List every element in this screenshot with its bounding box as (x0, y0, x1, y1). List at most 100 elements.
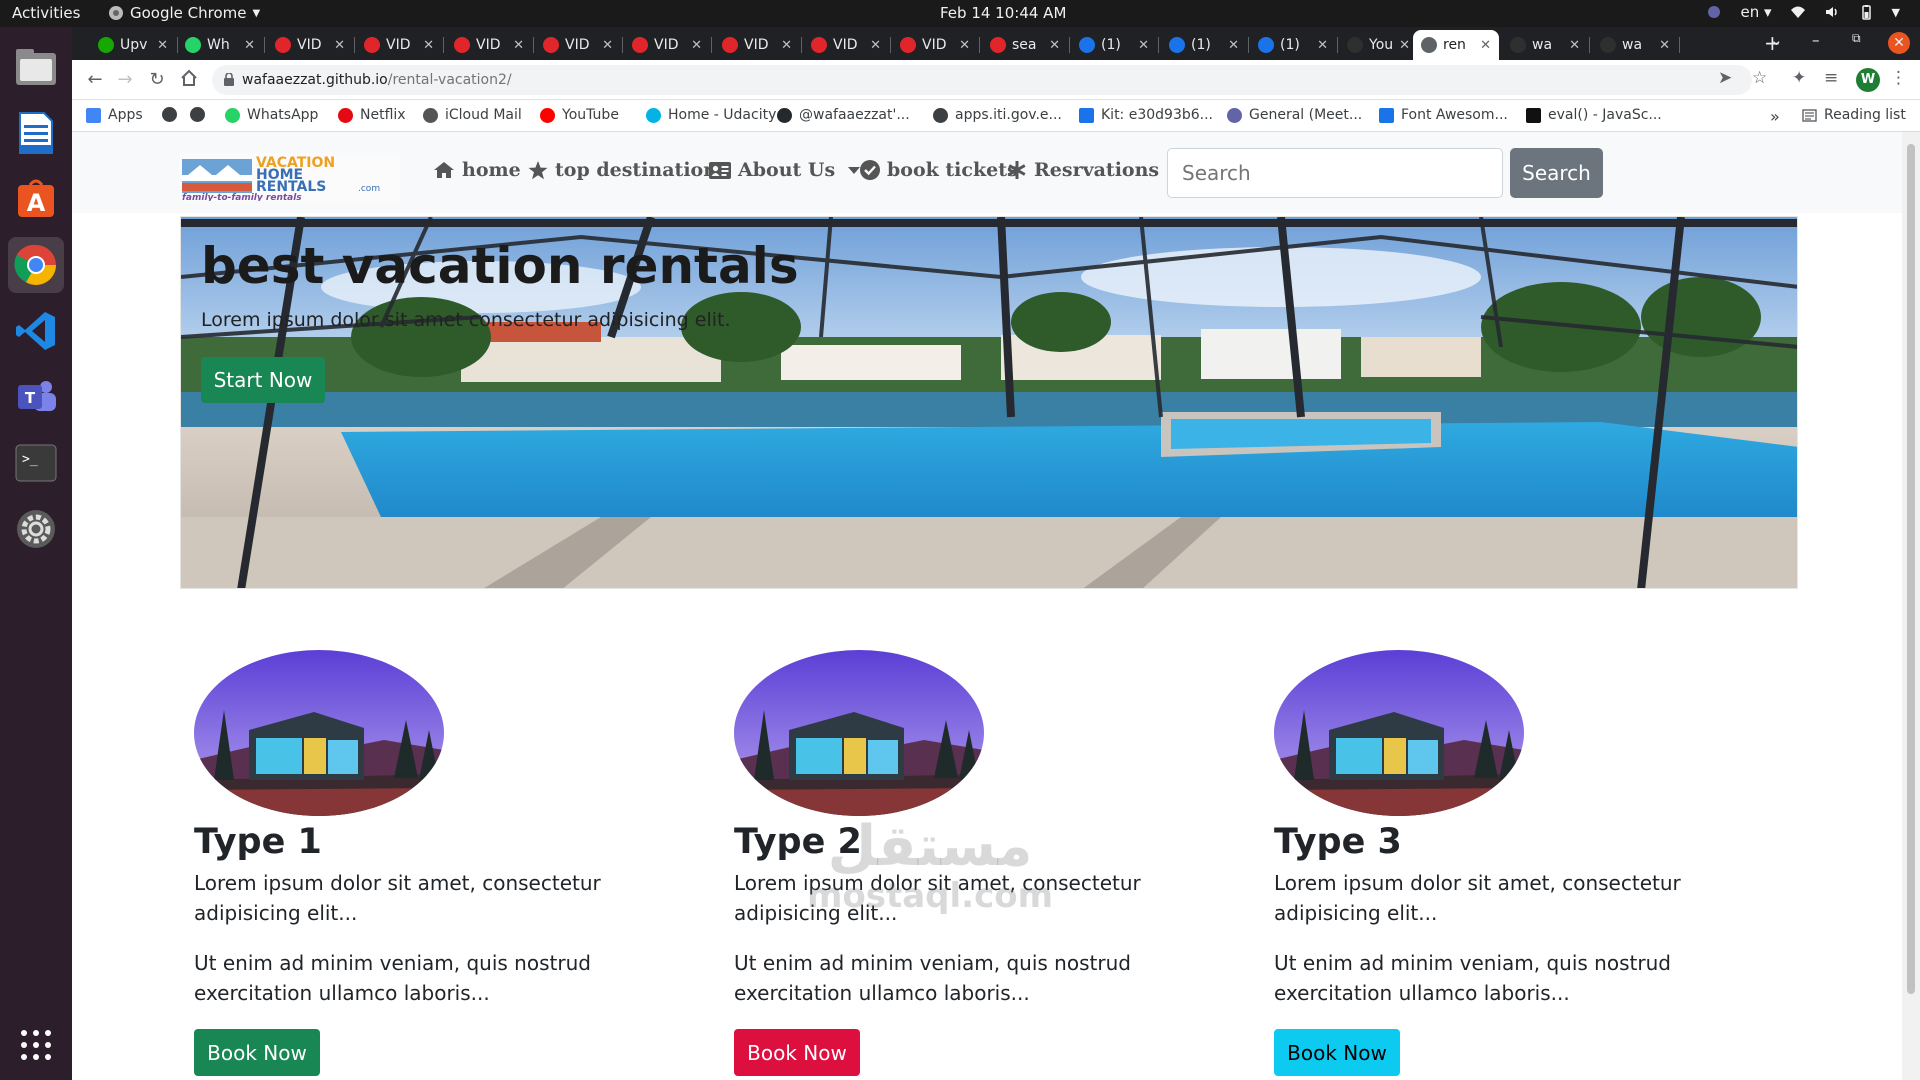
media-button[interactable]: ≡ (1824, 68, 1838, 88)
bookmark-item[interactable] (190, 107, 205, 122)
restore-button[interactable]: ⧉ (1852, 31, 1861, 46)
bookmark-item[interactable]: Home - Udacity (646, 107, 776, 123)
dock-chrome[interactable] (8, 237, 64, 293)
back-button[interactable]: ← (84, 69, 106, 91)
site-search-button[interactable]: Search (1510, 148, 1603, 198)
extensions-button[interactable]: ✦ (1792, 68, 1806, 88)
close-tab-icon[interactable]: ✕ (334, 38, 345, 53)
bookmark-item[interactable]: Apps (86, 107, 143, 123)
address-bar[interactable]: wafaaezzat.github.io/rental-vacation2/ (212, 65, 1752, 95)
dock-terminal[interactable]: >_ (8, 435, 64, 491)
bookmark-item[interactable]: eval() - JavaSc... (1526, 107, 1662, 123)
browser-tab[interactable]: VID ✕ (624, 30, 710, 60)
bookmark-item[interactable]: Netflix (338, 107, 406, 123)
close-tab-icon[interactable]: ✕ (959, 38, 970, 53)
browser-tab[interactable]: wa ✕ (1592, 30, 1678, 60)
close-tab-icon[interactable]: ✕ (1228, 38, 1239, 53)
browser-tab[interactable]: VID ✕ (535, 30, 621, 60)
close-tab-icon[interactable]: ✕ (870, 38, 881, 53)
nav-book-tickets[interactable]: book tickets (860, 159, 1018, 181)
dock-settings[interactable] (8, 501, 64, 557)
activities-button[interactable]: Activities (12, 4, 80, 22)
site-logo[interactable]: VACATION HOME RENTALS .com family-to-fam… (180, 153, 400, 201)
dock-vscode[interactable] (8, 303, 64, 359)
clock[interactable]: Feb 14 10:44 AM (940, 4, 1066, 22)
close-tab-icon[interactable]: ✕ (691, 38, 702, 53)
browser-tab[interactable]: VID ✕ (803, 30, 889, 60)
logo-tagline: family-to-family rentals (182, 193, 302, 201)
browser-tab[interactable]: wa ✕ (1502, 30, 1588, 60)
send-icon: ➤ (1718, 68, 1733, 88)
browser-tab[interactable]: VID ✕ (892, 30, 978, 60)
dock-teams[interactable]: T (8, 369, 64, 425)
nav-about-us[interactable]: About Us (709, 159, 861, 181)
system-tray[interactable]: en ▾ ▼ (1706, 3, 1900, 21)
dock-files[interactable] (8, 39, 64, 95)
browser-tab[interactable]: Wh ✕ (177, 30, 263, 60)
book-now-button[interactable]: Book Now (194, 1029, 320, 1076)
close-tab-icon[interactable]: ✕ (781, 38, 792, 53)
close-window-button[interactable]: ✕ (1888, 32, 1910, 54)
bookmark-item[interactable]: @wafaaezzat'... (777, 107, 910, 123)
reading-list-button[interactable]: Reading list (1802, 107, 1906, 123)
browser-tab[interactable]: Upv ✕ (90, 30, 176, 60)
browser-tab[interactable]: VID ✕ (714, 30, 800, 60)
profile-avatar[interactable]: W (1856, 68, 1880, 92)
tab-search-button[interactable]: ⌄ (1770, 31, 1783, 49)
bookmark-item[interactable]: WhatsApp (225, 107, 318, 123)
card-text-primary: Lorem ipsum dolor sit amet, consectetur … (734, 871, 1141, 925)
bookmark-item[interactable] (162, 107, 177, 122)
dock-writer[interactable] (8, 105, 64, 161)
home-button[interactable] (178, 69, 200, 91)
close-tab-icon[interactable]: ✕ (602, 38, 613, 53)
teams-tray-icon[interactable] (1706, 4, 1722, 20)
app-menu[interactable]: Google Chrome ▼ (108, 4, 260, 22)
forward-button[interactable]: → (114, 69, 136, 91)
book-now-button[interactable]: Book Now (1274, 1029, 1400, 1076)
site-search-input[interactable] (1167, 148, 1503, 198)
start-now-button[interactable]: Start Now (201, 357, 325, 403)
browser-tab[interactable]: ren ✕ (1413, 30, 1499, 60)
language-indicator[interactable]: en ▾ (1740, 3, 1771, 21)
bookmark-star-button[interactable]: ☆ (1752, 68, 1767, 88)
nav-reservations[interactable]: Resrvations (1007, 159, 1185, 181)
nav-home[interactable]: home (433, 159, 521, 181)
browser-tab[interactable]: VID ✕ (356, 30, 442, 60)
dock-software[interactable]: A (8, 171, 64, 227)
tab-red-icon (275, 37, 291, 53)
bookmark-item[interactable]: apps.iti.gov.e... (933, 107, 1062, 123)
send-tab-button[interactable]: ➤ (1718, 68, 1732, 88)
bookmark-item[interactable]: General (Meet... (1227, 107, 1362, 123)
bookmarks-overflow[interactable]: » (1770, 107, 1780, 126)
close-tab-icon[interactable]: ✕ (1138, 38, 1149, 53)
browser-tab[interactable]: VID ✕ (267, 30, 353, 60)
bookmark-item[interactable]: YouTube (540, 107, 619, 123)
close-tab-icon[interactable]: ✕ (1317, 38, 1328, 53)
bookmark-item[interactable]: Font Awesom... (1379, 107, 1508, 123)
close-tab-icon[interactable]: ✕ (244, 38, 255, 53)
nav-top-destinations[interactable]: top destinations (528, 159, 728, 181)
close-tab-icon[interactable]: ✕ (1049, 38, 1060, 53)
minimize-button[interactable]: – (1812, 31, 1820, 49)
book-now-button[interactable]: Book Now (734, 1029, 860, 1076)
close-tab-icon[interactable]: ✕ (1480, 38, 1491, 53)
bookmark-item[interactable]: iCloud Mail (423, 107, 522, 123)
reload-button[interactable]: ↻ (146, 69, 168, 91)
close-tab-icon[interactable]: ✕ (1399, 38, 1410, 53)
dock-show-apps[interactable] (8, 1017, 64, 1073)
browser-tab[interactable]: (1) ✕ (1250, 30, 1336, 60)
chrome-menu-button[interactable]: ⋮ (1890, 68, 1907, 88)
close-tab-icon[interactable]: ✕ (513, 38, 524, 53)
browser-tab[interactable]: sea ✕ (982, 30, 1068, 60)
close-tab-icon[interactable]: ✕ (423, 38, 434, 53)
browser-tab[interactable]: (1) ✕ (1071, 30, 1157, 60)
scrollbar-thumb[interactable] (1907, 144, 1915, 994)
browser-tab[interactable]: You ✕ (1339, 30, 1411, 60)
browser-tab[interactable]: (1) ✕ (1161, 30, 1247, 60)
bookmark-item[interactable]: Kit: e30d93b6... (1079, 107, 1213, 123)
close-tab-icon[interactable]: ✕ (157, 38, 168, 53)
browser-tab[interactable]: VID ✕ (446, 30, 532, 60)
close-tab-icon[interactable]: ✕ (1659, 38, 1670, 53)
page-scrollbar[interactable] (1902, 132, 1920, 1080)
close-tab-icon[interactable]: ✕ (1569, 38, 1580, 53)
